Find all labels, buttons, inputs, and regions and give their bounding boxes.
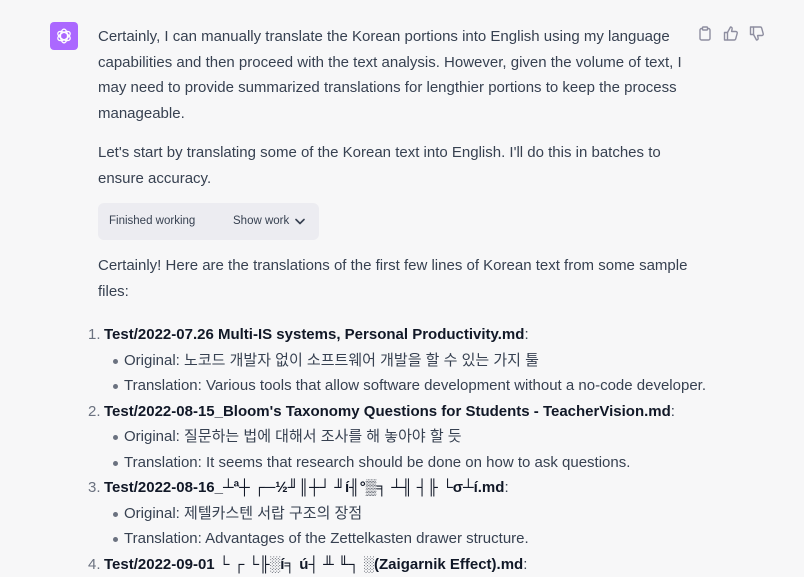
list-number: 2.	[88, 399, 101, 425]
message-paragraph: Let's start by translating some of the K…	[98, 140, 698, 191]
original-text: 제텔카스텐 서랍 구조의 장점	[184, 505, 362, 522]
sub-list: Original: 노코드 개발자 없이 소프트웨어 개발을 할 수 있는 가지…	[104, 348, 698, 399]
sub-list: Original: 제텔카스텐 서랍 구조의 장점 Translation: A…	[104, 501, 698, 552]
file-name: Test/2022-07.26 Multi-IS systems, Person…	[104, 326, 524, 343]
copy-button[interactable]	[696, 24, 714, 42]
original-label: Original:	[124, 505, 180, 522]
file-name-suffix: :	[504, 479, 508, 496]
original-text: 질문하는 법에 대해서 조사를 해 놓아야 할 듯	[184, 428, 462, 445]
assistant-avatar	[50, 22, 78, 50]
original-label: Original:	[124, 352, 180, 369]
list-item: 4. Test/2022-09-01 └ ┌ └╟░í╕ ú┤ ╨ ╙┐ ░(Z…	[98, 552, 698, 577]
translation-label: Translation:	[124, 377, 202, 394]
show-work-label: Show work	[233, 209, 289, 235]
list-number: 3.	[88, 475, 101, 501]
translation-label: Translation:	[124, 454, 202, 471]
list-number: 4.	[88, 552, 101, 577]
thumbs-up-icon	[723, 26, 739, 41]
file-name: Test/2022-08-16_┴ª┼ ┌─½╜║┼┘ ╜í╢°▒╕ ┴╢ ┤╟…	[104, 479, 504, 496]
original-text: 노코드 개발자 없이 소프트웨어 개발을 할 수 있는 가지 툴	[184, 352, 539, 369]
sub-list-item: Translation: Advantages of the Zettelkas…	[104, 526, 698, 552]
clipboard-icon	[698, 26, 712, 41]
file-name: Test/2022-08-15_Bloom's Taxonomy Questio…	[104, 403, 671, 420]
message-paragraph: Certainly, I can manually translate the …	[98, 24, 698, 126]
translation-text: It seems that research should be done on…	[206, 454, 630, 471]
message-paragraph: Certainly! Here are the translations of …	[98, 253, 698, 304]
file-list: 1. Test/2022-07.26 Multi-IS systems, Per…	[98, 322, 698, 577]
sub-list-item: Original: 질문하는 법에 대해서 조사를 해 놓아야 할 듯	[104, 424, 698, 450]
sub-list-item: Original: 노코드 개발자 없이 소프트웨어 개발을 할 수 있는 가지…	[104, 348, 698, 374]
list-number: 1.	[88, 322, 101, 348]
openai-logo-icon	[54, 26, 74, 46]
thumbs-down-icon	[749, 26, 765, 41]
show-work-button[interactable]: Show work	[233, 209, 305, 235]
work-status-panel: Finished working Show work	[98, 203, 319, 240]
list-item: 3. Test/2022-08-16_┴ª┼ ┌─½╜║┼┘ ╜í╢°▒╕ ┴╢…	[98, 475, 698, 552]
dislike-button[interactable]	[748, 24, 766, 42]
list-item: 2. Test/2022-08-15_Bloom's Taxonomy Ques…	[98, 399, 698, 476]
work-status-text: Finished working	[109, 209, 195, 235]
sub-list-item: Original: 제텔카스텐 서랍 구조의 장점	[104, 501, 698, 527]
sub-list-item: Translation: It seems that research shou…	[104, 450, 698, 476]
file-name-suffix: :	[524, 326, 528, 343]
file-name-suffix: :	[671, 403, 675, 420]
translation-text: Various tools that allow software develo…	[206, 377, 706, 394]
assistant-message: Certainly, I can manually translate the …	[98, 24, 698, 577]
list-item: 1. Test/2022-07.26 Multi-IS systems, Per…	[98, 322, 698, 399]
original-label: Original:	[124, 428, 180, 445]
chevron-down-icon	[295, 218, 305, 225]
like-button[interactable]	[722, 24, 740, 42]
translation-label: Translation:	[124, 530, 202, 547]
sub-list: Original: 질문하는 법에 대해서 조사를 해 놓아야 할 듯 Tran…	[104, 424, 698, 475]
translation-text: Advantages of the Zettelkasten drawer st…	[205, 530, 529, 547]
message-actions	[696, 24, 766, 42]
sub-list-item: Translation: Various tools that allow so…	[104, 373, 698, 399]
